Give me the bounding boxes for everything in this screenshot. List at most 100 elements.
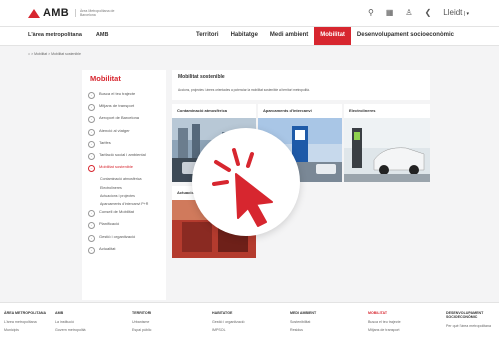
footer-heading: DESENVOLUPAMENT SOCIOECONÒMIC [446, 311, 484, 319]
chevron-right-icon: › [88, 116, 95, 124]
sidebar-title: Mobilitat [90, 74, 121, 83]
chevron-right-icon: › [88, 92, 95, 99]
footer-link[interactable]: IMPSOL [212, 328, 245, 332]
sidebar-item-consell[interactable]: › Consell de Mobilitat [88, 209, 164, 218]
logo-subtitle: Àrea Metropolitana de Barcelona [74, 9, 120, 17]
footer-col-mobilitat: MOBILITAT Busca el teu trajecte Mitjans … [368, 311, 401, 336]
footer-link[interactable]: Residus [290, 328, 316, 332]
search-icon[interactable]: ⚲ [368, 8, 374, 17]
main-nav: L'àrea metropolitana AMB Territori Habit… [0, 27, 499, 46]
section-title: Mobilitat sostenible [178, 74, 225, 80]
footer-heading: TERRITORI [132, 311, 152, 315]
footer-heading: AMB [55, 311, 64, 315]
charger-photo [344, 118, 430, 182]
footer-col-amb: AMB La institució Govern metropolità [55, 311, 86, 336]
sidebar-item-label: Tarifes [99, 139, 111, 145]
amb-logo[interactable]: AMB Àrea Metropolitana de Barcelona [28, 7, 120, 19]
language-label: Lleidt [443, 8, 463, 17]
top-icons: ⚲ ▦ ♙ ❮ Lleidt | ▾ [368, 8, 469, 17]
nav-item-desenvolupament[interactable]: Desenvolupament socioeconòmic [351, 27, 460, 45]
language-selector[interactable]: Lleidt | ▾ [443, 8, 469, 17]
breadcrumb[interactable]: ⌂ > Mobilitat > Mobilitat sostenible [28, 52, 81, 56]
sidebar-item-label: Busca el teu trajecte [99, 91, 136, 96]
section-description: Accions, projectes i àrees orientades a … [178, 88, 310, 92]
footer-col-desenvolupament: DESENVOLUPAMENT SOCIOECONÒMIC Per què l'… [446, 311, 496, 332]
chevron-right-icon: › [88, 140, 95, 148]
footer-link[interactable]: Sostenibilitat [290, 320, 316, 324]
grid-icon[interactable]: ▦ [386, 8, 394, 17]
sidebar-item-planificacio[interactable]: › Planificació [88, 221, 164, 230]
sidebar-subitem-contaminacio[interactable]: Contaminació atmosfèrica [100, 177, 164, 181]
footer-col-habitatge: HABITATGE Gestió i organització IMPSOL [212, 311, 245, 336]
footer-heading: MEDI AMBIENT [290, 311, 317, 315]
sidebar-item-busca-trajecte[interactable]: › Busca el teu trajecte [88, 91, 164, 99]
card-title: Aparcaments d'intercanvi [263, 108, 312, 113]
card-image [344, 118, 430, 182]
footer-link[interactable]: Mitjans de transport [368, 328, 401, 332]
sidebar-item-label: Actualitat [99, 245, 116, 251]
sidebar-item-label: Consell de Mobilitat [99, 209, 134, 215]
section-intro: Mobilitat sostenible Accions, projectes … [172, 70, 430, 100]
sidebar: Mobilitat › Busca el teu trajecte › Mitjan… [82, 70, 166, 300]
sidebar-item-aeroport[interactable]: › Aeroport de Barcelona [88, 115, 164, 124]
footer-link[interactable]: Per què l'àrea metropolitana [446, 324, 496, 328]
chevron-right-icon: › [88, 152, 95, 160]
nav-item-amb[interactable]: AMB [96, 32, 109, 38]
sidebar-item-atencio-viatger[interactable]: › Atenció al viatger [88, 127, 164, 136]
pointer-click-icon [212, 148, 273, 227]
footer-link[interactable]: Busca el teu trajecte [368, 320, 401, 324]
sidebar-item-label: Planificació [99, 221, 120, 227]
nav-item-area-metropolitana[interactable]: L'àrea metropolitana [28, 32, 82, 38]
sidebar-item-tarifes[interactable]: › Tarifes [88, 139, 164, 148]
sidebar-subitem-electrolineres[interactable]: Electrolineres [100, 186, 164, 190]
footer-col-territori: TERRITORI Urbanisme Espai públic [132, 311, 151, 336]
card-title: Contaminació atmosfèrica [177, 108, 228, 113]
chevron-right-icon: › [88, 246, 95, 254]
card-title: Electrolineres [349, 108, 376, 113]
chevron-right-icon: › [88, 104, 95, 112]
nav-item-habitatge[interactable]: Habitatge [225, 27, 264, 45]
sidebar-item-gestio[interactable]: › Gestió i organització [88, 233, 164, 242]
footer-link[interactable]: Govern metropolità [55, 328, 86, 332]
card-electrolineres[interactable]: Electrolineres [344, 104, 430, 182]
footer: ÀREA METROPOLITANA L'àrea metropolitana … [0, 302, 499, 352]
chevron-right-icon: › [88, 128, 95, 136]
sidebar-item-label: Mobilitat sostenible [99, 164, 134, 170]
footer-link[interactable]: Gestió i organització [212, 320, 245, 324]
footer-col-area-metropolitana: ÀREA METROPOLITANA L'àrea metropolitana … [4, 311, 46, 336]
sidebar-item-label: Gestió i organització [99, 233, 136, 239]
top-bar: AMB Àrea Metropolitana de Barcelona ⚲ ▦ … [0, 0, 499, 27]
logo-text: AMB [43, 7, 69, 19]
sidebar-item-mitjans-transport[interactable]: › Mitjans de transport [88, 103, 164, 112]
click-cursor-badge [192, 128, 300, 236]
sidebar-item-actualitat[interactable]: › Actualitat [88, 245, 164, 254]
footer-col-medi-ambient: MEDI AMBIENT Sostenibilitat Residus [290, 311, 316, 336]
footer-link[interactable]: L'àrea metropolitana [4, 320, 46, 324]
sidebar-item-label: Mitjans de transport [99, 103, 135, 109]
chevron-right-icon: › [88, 210, 95, 218]
footer-heading: MOBILITAT [368, 311, 388, 315]
nav-item-mobilitat[interactable]: Mobilitat [314, 27, 351, 45]
page: AMB Àrea Metropolitana de Barcelona ⚲ ▦ … [0, 0, 499, 352]
share-icon[interactable]: ❮ [425, 8, 432, 17]
sidebar-subitem-actuacions[interactable]: Actuacions i projectes [100, 194, 164, 198]
sidebar-item-mobilitat-sostenible[interactable]: – Mobilitat sostenible [88, 164, 164, 173]
chevron-down-icon: – [88, 165, 95, 173]
chevron-right-icon: › [88, 222, 95, 230]
footer-link[interactable]: La institució [55, 320, 86, 324]
chevron-right-icon: › [88, 234, 95, 242]
sidebar-item-label: Aeroport de Barcelona [99, 115, 140, 121]
sidebar-item-label: Tarifació social i ambiental [99, 151, 146, 157]
sidebar-item-label: Atenció al viatger [99, 127, 130, 133]
footer-heading: ÀREA METROPOLITANA [4, 311, 47, 315]
nav-item-territori[interactable]: Territori [190, 27, 225, 45]
nav-item-medi-ambient[interactable]: Medi ambient [264, 27, 314, 45]
footer-link[interactable]: Urbanisme [132, 320, 151, 324]
logo-triangle-icon [28, 8, 40, 18]
footer-heading: HABITATGE [212, 311, 233, 315]
footer-link[interactable]: Municipis [4, 328, 46, 332]
footer-link[interactable]: Espai públic [132, 328, 151, 332]
sidebar-item-tarifacio[interactable]: › Tarifació social i ambiental [88, 151, 164, 160]
sidebar-subitem-aparcaments[interactable]: Aparcaments d'intercanvi P+R [100, 202, 164, 206]
accessibility-icon[interactable]: ♙ [405, 8, 412, 17]
